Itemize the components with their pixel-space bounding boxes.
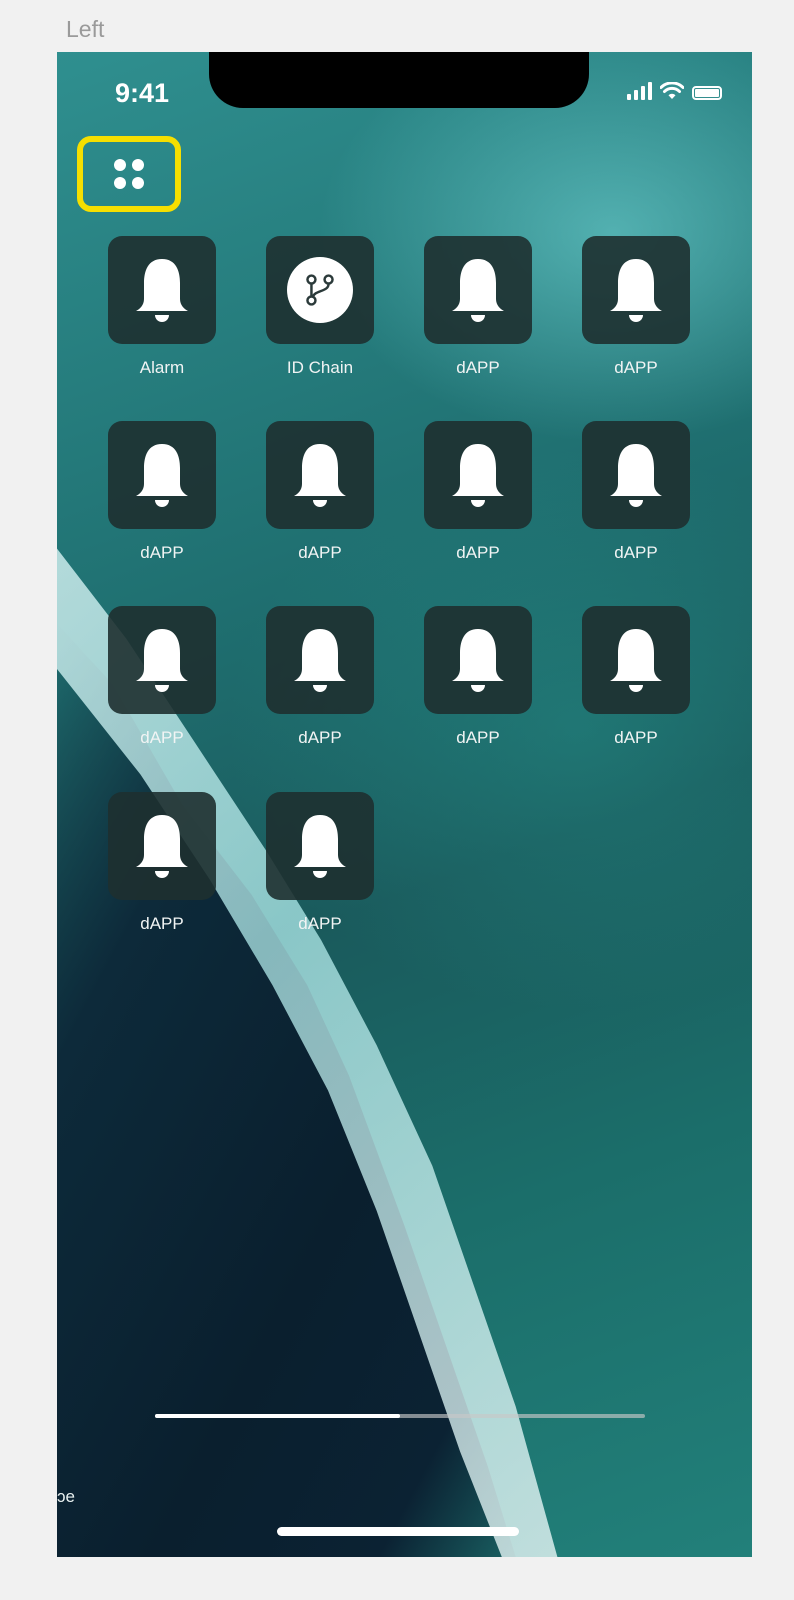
frame-label: Left [66, 16, 105, 42]
status-icons [627, 82, 722, 100]
bell-icon [582, 236, 690, 344]
bell-icon [108, 606, 216, 714]
app-label: dAPP [298, 543, 342, 562]
app-label: dAPP [614, 543, 658, 562]
bell-icon [424, 236, 532, 344]
bell-icon [582, 606, 690, 714]
wifi-icon [660, 82, 684, 99]
app-dapp[interactable]: dAPP [413, 606, 543, 748]
page-indicator-fill [155, 1414, 400, 1418]
phone-screen: 9:41 Alarm ID Chain dAPP dAPP dAPP dAPP dAPP dA… [57, 52, 752, 1557]
home-indicator[interactable] [277, 1527, 519, 1536]
app-label: dAPP [140, 543, 184, 562]
app-label: dAPP [456, 358, 500, 377]
battery-icon [692, 86, 722, 100]
app-dapp[interactable]: dAPP [255, 792, 385, 934]
bell-icon [266, 421, 374, 529]
app-label: dAPP [614, 358, 658, 377]
app-dapp[interactable]: dAPP [571, 236, 701, 378]
app-dapp[interactable]: dAPP [571, 421, 701, 563]
app-label: dAPP [614, 728, 658, 747]
grid-dots-icon [114, 159, 144, 189]
app-label: dAPP [298, 914, 342, 933]
app-id-chain[interactable]: ID Chain [255, 236, 385, 378]
app-label: dAPP [298, 728, 342, 747]
id-chain-icon [266, 236, 374, 344]
corner-text: ɔe [57, 1487, 75, 1506]
app-label: ID Chain [286, 358, 354, 377]
bell-icon [108, 792, 216, 900]
app-dapp[interactable]: dAPP [97, 421, 227, 563]
app-label: dAPP [140, 728, 184, 747]
app-dapp[interactable]: dAPP [571, 606, 701, 748]
app-alarm[interactable]: Alarm [97, 236, 227, 378]
app-dapp[interactable]: dAPP [97, 606, 227, 748]
app-dapp[interactable]: dAPP [255, 606, 385, 748]
bell-icon [582, 421, 690, 529]
app-dapp[interactable]: dAPP [255, 421, 385, 563]
bell-icon [266, 792, 374, 900]
bell-icon [424, 421, 532, 529]
page-indicator [155, 1414, 645, 1418]
bell-icon [266, 606, 374, 714]
app-dapp[interactable]: dAPP [97, 792, 227, 934]
bell-icon [424, 606, 532, 714]
app-dapp[interactable]: dAPP [413, 236, 543, 378]
status-time: 9:41 [115, 78, 170, 108]
app-label: Alarm [139, 358, 185, 377]
app-dapp[interactable]: dAPP [413, 421, 543, 563]
bell-icon [108, 236, 216, 344]
bell-icon [108, 421, 216, 529]
app-label: dAPP [140, 914, 184, 933]
signal-icon [627, 82, 652, 100]
notch [209, 52, 589, 108]
app-label: dAPP [456, 728, 500, 747]
app-label: dAPP [456, 543, 500, 562]
app-menu-button[interactable] [77, 136, 181, 212]
